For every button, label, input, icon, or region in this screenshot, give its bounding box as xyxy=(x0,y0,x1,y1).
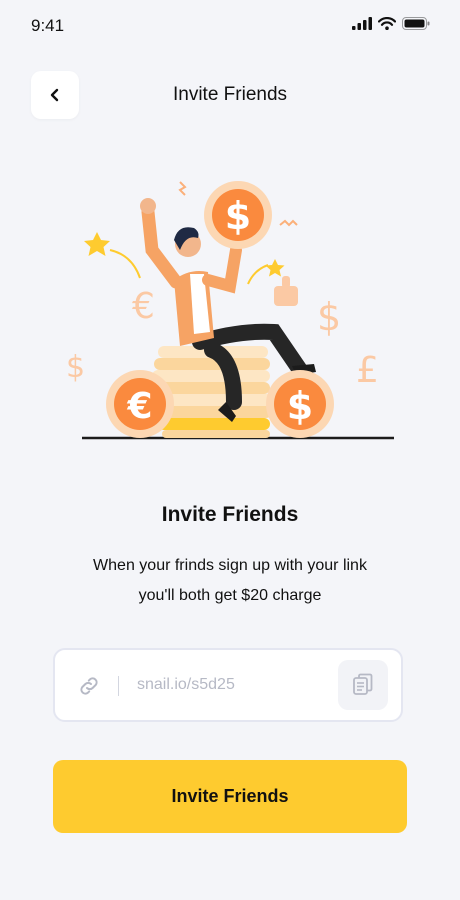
status-icons xyxy=(352,17,430,30)
invite-friends-button[interactable]: Invite Friends xyxy=(53,760,407,833)
copy-link-button[interactable] xyxy=(338,660,388,710)
svg-text:€: € xyxy=(132,286,155,327)
description-line-1: When your frinds sign up with your link xyxy=(93,557,367,574)
wifi-icon xyxy=(378,17,396,30)
referral-link-text: snail.io/s5d25 xyxy=(137,676,235,693)
link-icon xyxy=(80,677,98,695)
battery-icon xyxy=(402,17,430,30)
field-divider xyxy=(118,676,119,696)
page-title: Invite Friends xyxy=(172,84,288,105)
copy-icon xyxy=(353,673,373,695)
svg-text:€: € xyxy=(126,386,152,427)
invite-illustration: € $ £ $ $ € $ xyxy=(66,181,394,440)
referral-link-field[interactable]: snail.io/s5d25 xyxy=(53,648,403,722)
svg-text:£: £ xyxy=(356,350,379,391)
invite-heading: Invite Friends xyxy=(161,503,299,526)
status-time: 9:41 xyxy=(31,16,65,35)
description-line-2: you'll both get $20 charge xyxy=(138,587,322,604)
invite-description: When your frinds sign up with your link … xyxy=(50,551,410,611)
svg-text:$: $ xyxy=(317,295,341,339)
svg-text:$: $ xyxy=(225,194,251,238)
svg-text:$: $ xyxy=(66,350,85,385)
svg-text:$: $ xyxy=(287,384,313,428)
signal-icon xyxy=(352,17,372,30)
status-bar: 9:41 xyxy=(0,0,460,52)
